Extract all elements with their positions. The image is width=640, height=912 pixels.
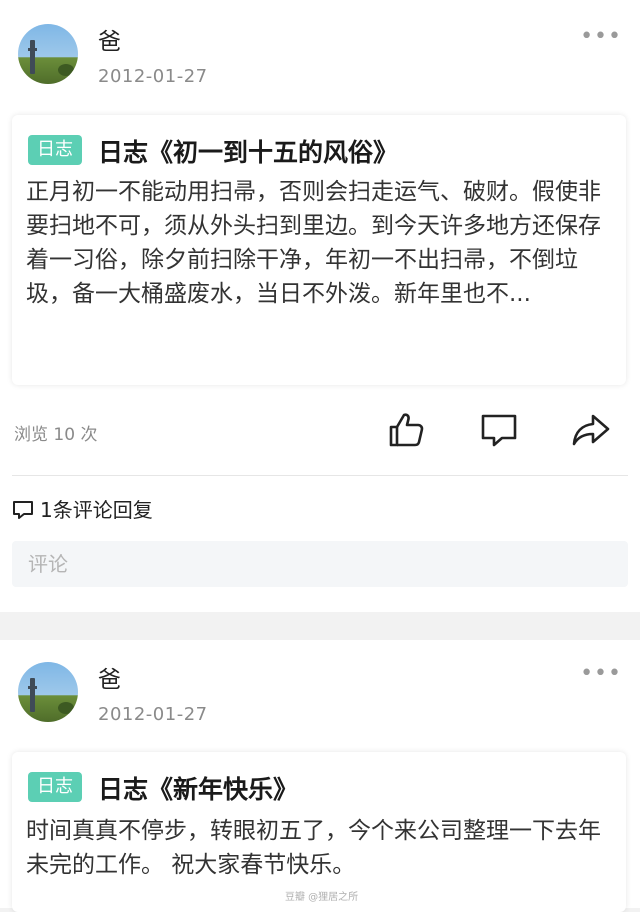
tree-image — [58, 702, 74, 714]
diary-tag: 日志 — [28, 772, 82, 802]
watermark: 豆瓣 @狸居之所 — [285, 892, 359, 903]
diary-card[interactable]: 日志 日志《初一到十五的风俗》 正月初一不能动用扫帚，否则会扫走运气、破财。假使… — [12, 115, 626, 385]
avatar[interactable] — [18, 662, 78, 722]
divider — [12, 475, 628, 476]
diary-excerpt: 正月初一不能动用扫帚，否则会扫走运气、破财。假使非要扫地不可，须从外头扫到里边。… — [26, 179, 601, 307]
author-name[interactable]: 爸 — [98, 22, 121, 56]
comment-input[interactable] — [12, 541, 628, 587]
diary-tag: 日志 — [28, 135, 82, 165]
diary-excerpt: 时间真真不停步，转眼初五了，今个来公司整理一下去年未完的工作。 祝大家春节快乐。 — [26, 818, 601, 878]
share-button[interactable] — [571, 410, 611, 450]
thumbs-up-icon — [389, 413, 424, 447]
post-date: 2012-01-27 — [98, 704, 208, 725]
post-date: 2012-01-27 — [98, 66, 208, 87]
tower-image — [28, 40, 37, 74]
more-options-icon[interactable]: ••• — [580, 661, 622, 686]
author-name[interactable]: 爸 — [98, 660, 121, 694]
comment-icon — [481, 414, 517, 447]
more-options-icon[interactable]: ••• — [580, 24, 622, 49]
post-card: 爸 2012-01-27 ••• 日志 日志《初一到十五的风俗》 正月初一不能动… — [0, 0, 640, 612]
post-card: 爸 2012-01-27 ••• 日志 日志《新年快乐》 时间真真不停步，转眼初… — [0, 640, 640, 912]
comment-count[interactable]: 1条评论回复 — [12, 494, 153, 523]
avatar[interactable] — [18, 24, 78, 84]
diary-title[interactable]: 日志《初一到十五的风俗》 — [98, 133, 398, 169]
comment-small-icon — [13, 500, 33, 519]
comment-button[interactable] — [479, 410, 519, 450]
view-count: 浏览 10 次 — [14, 425, 98, 445]
tree-image — [58, 64, 74, 76]
like-button[interactable] — [386, 410, 426, 450]
comment-count-label: 1条评论回复 — [40, 498, 153, 522]
share-icon — [572, 414, 610, 446]
tower-image — [28, 678, 37, 712]
diary-title[interactable]: 日志《新年快乐》 — [98, 770, 298, 806]
